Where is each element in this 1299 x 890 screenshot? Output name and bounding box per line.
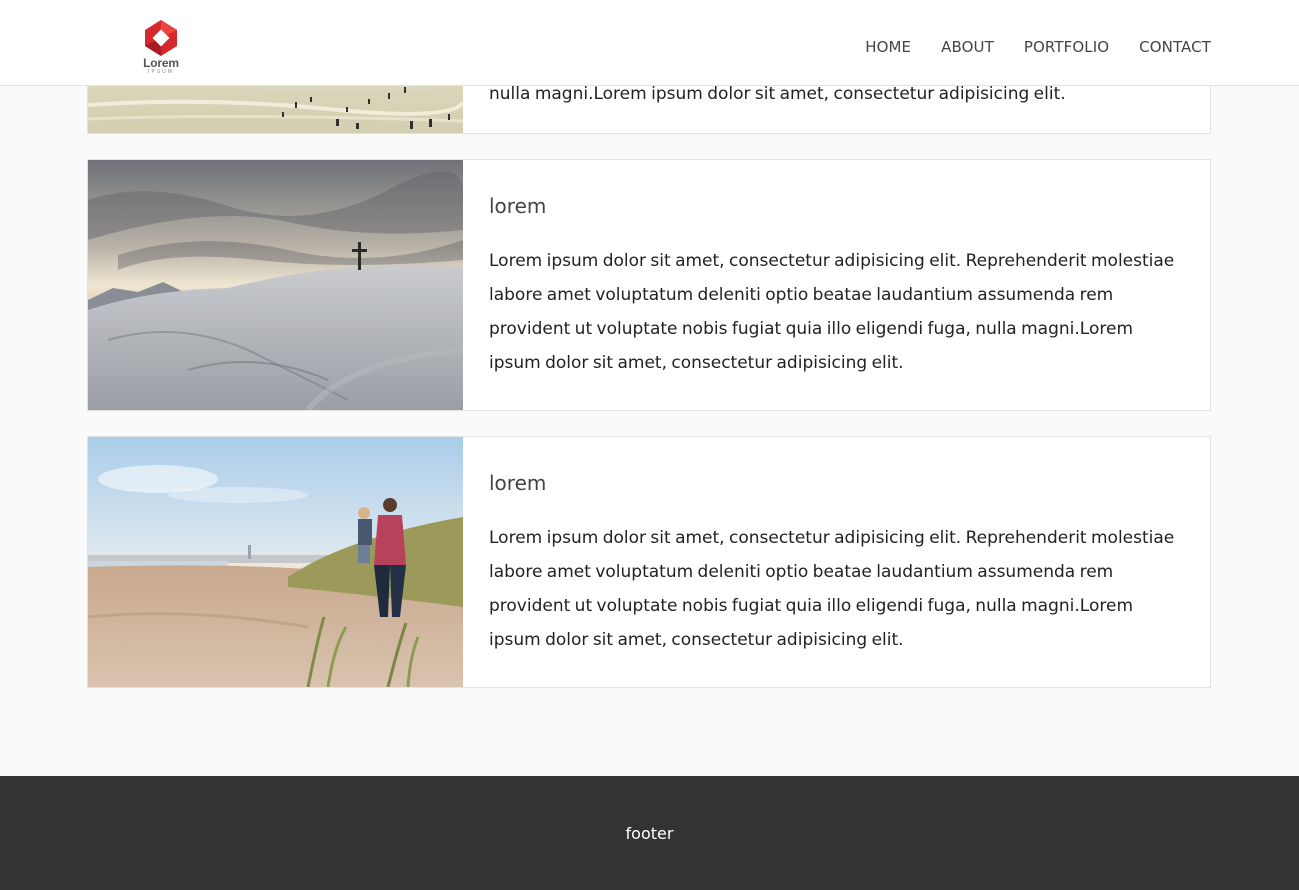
main-nav: HOME ABOUT PORTFOLIO CONTACT [865, 38, 1211, 56]
post-card: lorem Lorem ipsum dolor sit amet, consec… [87, 436, 1211, 688]
nav-home[interactable]: HOME [865, 38, 911, 56]
footer-text: footer [625, 823, 674, 843]
logo-word: Lorem [143, 56, 179, 70]
site-header: Lorem IPSUM HOME ABOUT PORTFOLIO CONTACT [0, 0, 1299, 86]
post-card: lorem Lorem ipsum dolor sit amet, consec… [87, 159, 1211, 411]
nav-contact[interactable]: CONTACT [1139, 38, 1211, 56]
logo-mark-icon [145, 20, 177, 56]
logo[interactable]: Lorem IPSUM [138, 20, 184, 80]
post-card-title: lorem [489, 194, 547, 218]
post-card-title: lorem [489, 471, 547, 495]
post-card-body: lorem Lorem ipsum dolor sit amet, consec… [463, 437, 1210, 687]
post-card-text: Lorem ipsum dolor sit amet, consectetur … [489, 251, 1175, 373]
snowy-hill-cross-photo [88, 160, 463, 410]
post-card-body: lorem Lorem ipsum dolor sit amet, consec… [463, 160, 1210, 410]
nav-about[interactable]: ABOUT [941, 38, 994, 56]
nav-portfolio[interactable]: PORTFOLIO [1024, 38, 1109, 56]
father-child-beach-photo [88, 437, 463, 687]
post-card-text: Lorem ipsum dolor sit amet, consectetur … [489, 528, 1175, 650]
site-footer: footer [0, 776, 1299, 890]
